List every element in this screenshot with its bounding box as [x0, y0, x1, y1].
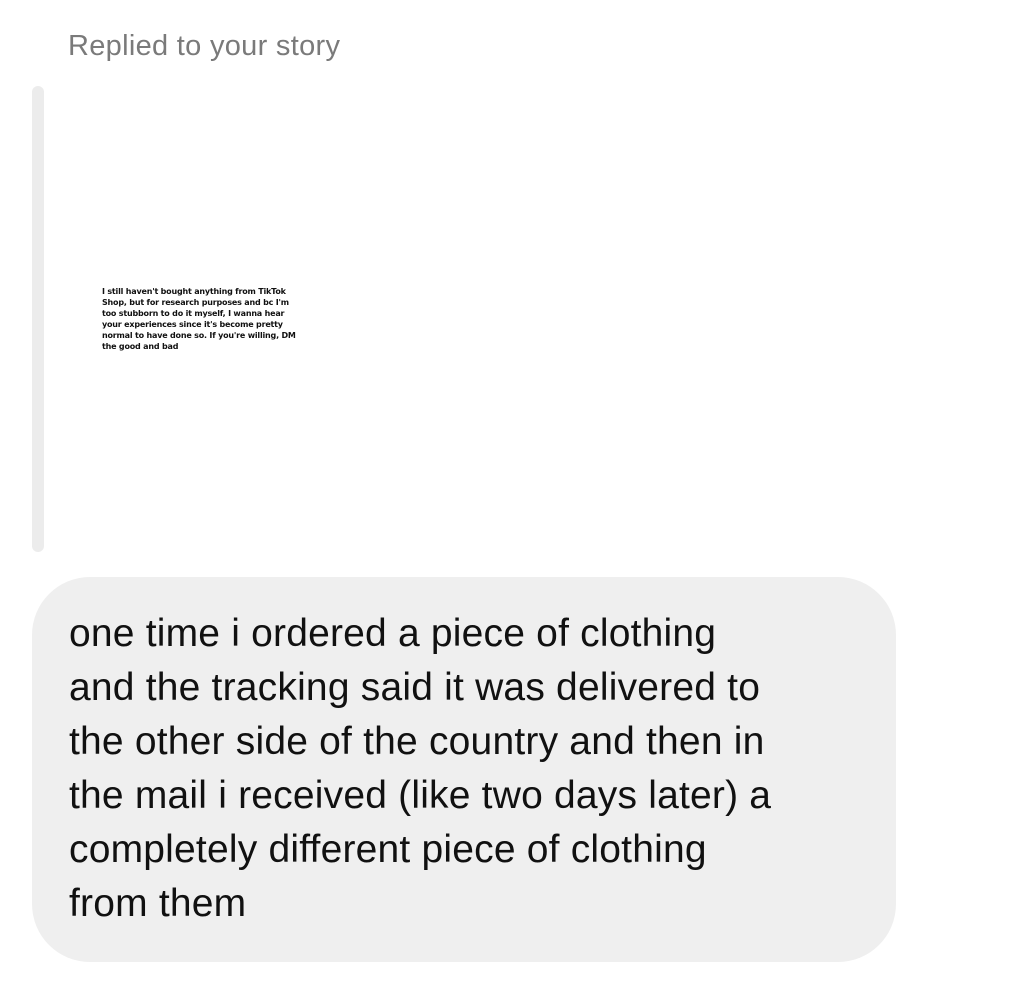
message-line: one time i ordered a piece of clothing: [69, 612, 717, 655]
message-text: one time i ordered a piece of clothing a…: [69, 607, 889, 931]
message-line: the other side of the country and then i…: [69, 720, 765, 763]
message-line: from them: [69, 882, 247, 925]
story-preview-thumbnail[interactable]: I still haven't bought anything from Tik…: [62, 86, 382, 552]
message-line: the mail i received (like two days later…: [69, 774, 772, 817]
message-line: completely different piece of clothing: [69, 828, 707, 871]
message-line: and the tracking said it was delivered t…: [69, 666, 761, 709]
story-preview-text: I still haven't bought anything from Tik…: [102, 287, 296, 351]
story-reply-indicator-bar: [32, 86, 44, 552]
replied-to-story-label: Replied to your story: [68, 30, 341, 62]
message-bubble[interactable]: one time i ordered a piece of clothing a…: [32, 577, 896, 962]
